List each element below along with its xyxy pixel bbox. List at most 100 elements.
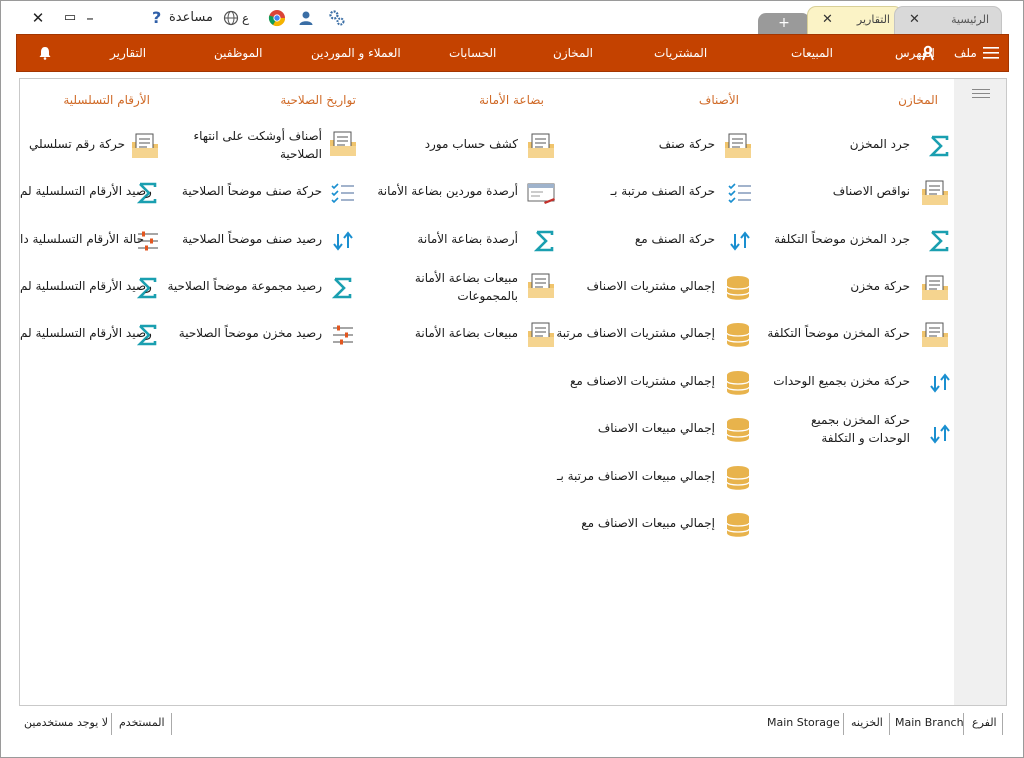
report-store-movement[interactable]: حركة مخزن: [780, 269, 950, 309]
report-item-movement-with[interactable]: حركة الصنف مع: [575, 222, 760, 262]
report-item-movement-expiry[interactable]: حركة صنف موضحاً الصلاحية: [182, 174, 360, 214]
hamburger-menu-icon[interactable]: [983, 35, 999, 71]
report-store-inventory[interactable]: جرد المخزن: [780, 127, 950, 167]
report-store-movement-all-units[interactable]: حركة مخزن بجميع الوحدات: [773, 364, 950, 404]
report-store-movement-all-units-cost[interactable]: حركة المخزن بجميع الوحدات و التكلفة: [780, 411, 950, 455]
tab-home-label: الرئيسية: [951, 13, 989, 26]
database-icon: [723, 320, 753, 350]
maximize-window-button[interactable]: ▭: [61, 9, 79, 27]
checklist-icon: [725, 178, 755, 208]
settings-gears-icon[interactable]: [328, 7, 348, 29]
status-user-label: المستخدم: [119, 716, 165, 729]
header-items: الأصناف: [698, 93, 739, 107]
report-item-movement-sorted[interactable]: حركة الصنف مرتبة بـ: [575, 174, 760, 214]
header-consignment: بضاعة الأمانة: [479, 93, 544, 107]
sigma-icon: [925, 226, 955, 256]
reports-panel: المخازن الأصناف بضاعة الأمانة تواريخ الص…: [19, 78, 1007, 706]
report-total-item-sales-with[interactable]: إجمالي مبيعات الاصناف مع: [575, 506, 760, 546]
menu-file[interactable]: ملف: [954, 35, 977, 71]
report-item-movement[interactable]: حركة صنف: [575, 127, 760, 167]
folder-report-icon: [920, 273, 950, 303]
report-serial-movement[interactable]: حركة رقم تسلسلي: [20, 127, 165, 167]
menu-reports[interactable]: التقارير: [110, 35, 146, 71]
report-serial-balance-1[interactable]: رصيد الأرقام التسلسلية لم: [20, 174, 165, 214]
report-serial-balance-2[interactable]: رصيد الأرقام التسلسلية لم: [20, 269, 165, 309]
status-separator: [111, 713, 112, 735]
folder-report-icon: [526, 320, 556, 350]
tab-reports-close-icon[interactable]: ✕: [822, 7, 833, 33]
status-separator: [889, 713, 890, 735]
chrome-icon[interactable]: [268, 7, 288, 29]
status-storage-value: Main Storage: [767, 716, 840, 729]
application-window: ✕ ▭ – ? مساعدة ع + ✕ التقارير ✕ الرئيسية…: [0, 0, 1024, 758]
invoice-icon: [526, 178, 556, 208]
report-consignment-sales[interactable]: مبيعات بضاعة الأمانة: [390, 316, 560, 356]
menu-stores[interactable]: المخازن: [553, 35, 593, 71]
sigma-icon: [530, 226, 560, 256]
main-menu-bar: التقارير الموظفين العملاء و الموردين الح…: [16, 34, 1009, 72]
folder-report-icon: [130, 131, 160, 161]
report-consignment-balances[interactable]: أرصدة بضاعة الأمانة: [390, 222, 560, 262]
report-item-balance-expiry[interactable]: رصيد صنف موضحاً الصلاحية: [182, 222, 360, 262]
close-window-button[interactable]: ✕: [29, 9, 47, 27]
report-total-item-sales-sorted[interactable]: إجمالي مبيعات الاصناف مرتبة بـ: [557, 459, 760, 499]
status-separator: [1002, 713, 1003, 735]
sliders-icon: [328, 320, 358, 350]
menu-accounts[interactable]: الحسابات: [449, 35, 496, 71]
report-group-balance-expiry[interactable]: رصيد مجموعة موضحاً الصلاحية: [168, 269, 360, 309]
menu-sales[interactable]: المبيعات: [791, 35, 833, 71]
report-total-item-purchases-sorted[interactable]: إجمالي مشتريات الاصناف مرتبة بـ: [546, 316, 760, 356]
checklist-icon: [328, 178, 358, 208]
sync-arrows-icon: [328, 226, 358, 256]
notifications-bell-icon[interactable]: [38, 35, 52, 71]
status-branch-value: Main Branch: [895, 716, 964, 729]
menu-customers-suppliers[interactable]: العملاء و الموردين: [311, 35, 401, 71]
help-label[interactable]: مساعدة: [169, 7, 213, 29]
tab-home[interactable]: ✕ الرئيسية: [894, 6, 1002, 34]
user-icon[interactable]: [298, 7, 318, 29]
status-user-value: لا يوجد مستخدمين: [24, 716, 109, 729]
report-consignment-sales-groups[interactable]: مبيعات بضاعة الأمانة بالمجموعات: [390, 269, 560, 313]
globe-icon[interactable]: [223, 7, 241, 29]
status-branch-label: الفرع: [972, 716, 997, 729]
report-store-movement-cost[interactable]: حركة المخزن موضحاً التكلفة: [767, 316, 950, 356]
report-item-shortages[interactable]: نواقص الاصناف: [780, 174, 950, 214]
report-items-near-expiry[interactable]: أصناف أوشكت على انتهاء الصلاحية: [185, 127, 360, 171]
tab-home-close-icon[interactable]: ✕: [909, 7, 920, 33]
database-icon: [723, 415, 753, 445]
minimize-window-button[interactable]: –: [81, 9, 99, 27]
add-tab-button[interactable]: +: [758, 13, 810, 34]
report-total-item-purchases[interactable]: إجمالي مشتريات الاصناف: [575, 269, 760, 309]
sync-arrows-icon: [925, 419, 955, 449]
report-consignment-supplier-balances[interactable]: أرصدة موردين بضاعة الأمانة: [377, 174, 560, 214]
folder-report-icon: [526, 271, 556, 301]
report-store-balance-expiry[interactable]: رصيد مخزن موضحاً الصلاحية: [179, 316, 360, 356]
database-icon: [723, 463, 753, 493]
folder-report-icon: [920, 320, 950, 350]
menu-purchases[interactable]: المشتريات: [654, 35, 707, 71]
language-label[interactable]: ع: [242, 7, 249, 29]
folder-report-icon: [920, 178, 950, 208]
tab-reports-label: التقارير: [856, 13, 890, 26]
report-store-inventory-cost[interactable]: جرد المخزن موضحاً التكلفة: [774, 222, 950, 262]
menu-employees[interactable]: الموظفين: [214, 35, 263, 71]
index-ribbon-icon[interactable]: [921, 35, 935, 71]
side-menu-icon[interactable]: [972, 89, 990, 101]
help-icon[interactable]: ?: [152, 7, 164, 29]
report-supplier-statement[interactable]: كشف حساب مورد: [390, 127, 560, 167]
header-serials: الأرقام التسلسلية: [63, 93, 150, 107]
report-total-item-purchases-with[interactable]: إجمالي مشتريات الاصناف مع: [570, 364, 760, 404]
sync-arrows-icon: [925, 368, 955, 398]
database-icon: [723, 368, 753, 398]
side-strip: [954, 79, 1006, 705]
title-bar: ✕ ▭ – ? مساعدة ع + ✕ التقارير ✕ الرئيسية: [1, 1, 1023, 34]
header-stores: المخازن: [898, 93, 938, 107]
tab-reports[interactable]: ✕ التقارير: [807, 6, 903, 34]
sync-arrows-icon: [725, 226, 755, 256]
header-expiry: تواريخ الصلاحية: [280, 93, 356, 107]
report-serial-status[interactable]: حالة الأرقام التسلسلية دا: [20, 222, 165, 262]
report-total-item-sales[interactable]: إجمالي مبيعات الاصناف: [575, 411, 760, 451]
status-treasury-label: الخزينه: [851, 716, 883, 729]
report-serial-balance-3[interactable]: رصيد الأرقام التسلسلية لم: [20, 316, 165, 356]
folder-report-icon: [723, 131, 753, 161]
